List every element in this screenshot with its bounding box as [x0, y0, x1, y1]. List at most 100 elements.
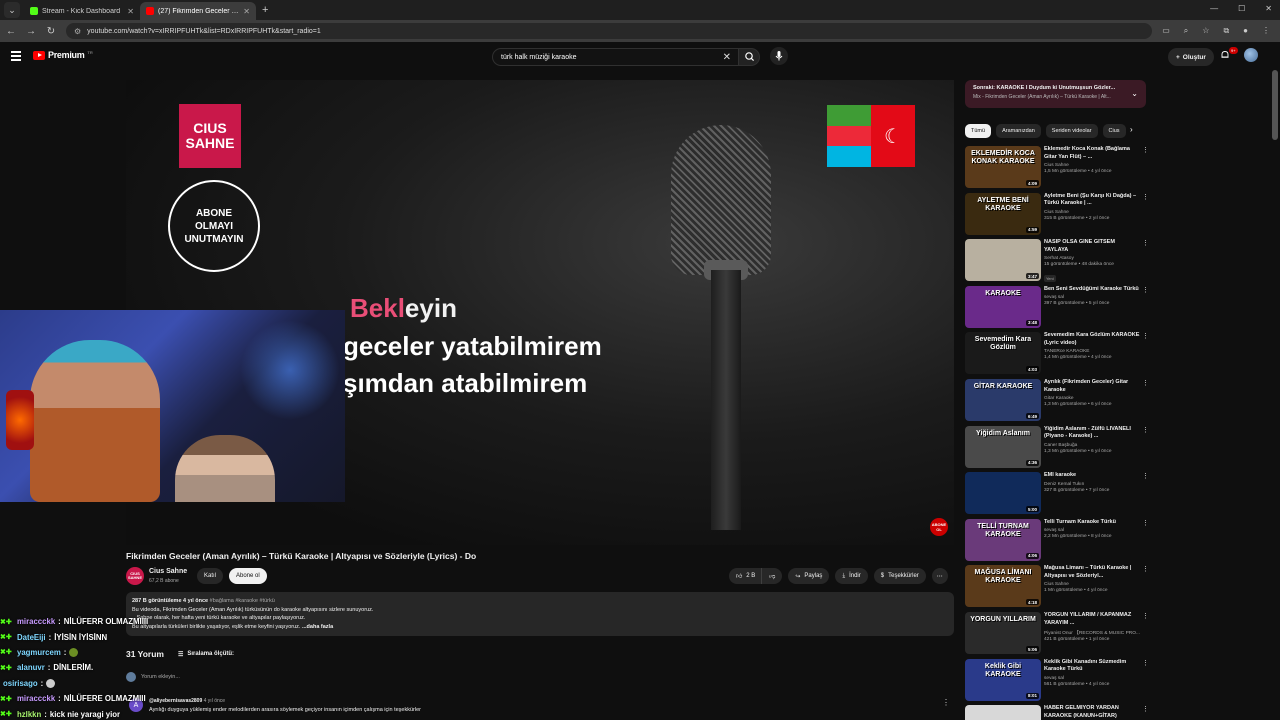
- like-button[interactable]: 👍︎ 2 B: [729, 568, 762, 584]
- video-title[interactable]: Sevemedim Kara Gözlüm KARAOKE (Lyric vid…: [1044, 332, 1140, 347]
- cast-icon[interactable]: ▭: [1162, 26, 1170, 36]
- recommended-video[interactable]: EKLEMEDİR KOCA KONAK KARAOKE 4:09 Eklemedi…: [965, 146, 1155, 188]
- tab-kick-dashboard[interactable]: Stream - Kick Dashboard ✕: [24, 2, 140, 20]
- video-menu-icon[interactable]: ⋮: [1142, 193, 1149, 201]
- search-button[interactable]: [738, 48, 760, 66]
- create-button[interactable]: + Oluştur: [1168, 48, 1214, 66]
- url-field[interactable]: ⚙ youtube.com/watch?v=xIRRIPFUHTk&list=R…: [66, 23, 1153, 39]
- channel-avatar[interactable]: CIUS SAHNE: [126, 567, 144, 585]
- video-channel[interactable]: Deniz Kemal Tukın: [1044, 482, 1140, 487]
- new-tab-icon[interactable]: +: [262, 4, 268, 16]
- clear-search-icon[interactable]: ✕: [723, 52, 731, 63]
- video-channel[interactable]: Cius Sahne: [1044, 582, 1140, 587]
- extensions-icon[interactable]: ⧉: [1223, 26, 1229, 36]
- profile-icon[interactable]: ●: [1243, 26, 1248, 36]
- video-channel[interactable]: TANERce KARAOKE: [1044, 349, 1140, 354]
- video-channel[interactable]: Caner Başbuğa: [1044, 443, 1140, 448]
- recommended-video[interactable]: AYLETME BENİ KARAOKE 4:59 Ayletme Beni (Şu…: [965, 192, 1155, 235]
- forward-icon[interactable]: →: [26, 26, 36, 37]
- video-thumbnail[interactable]: GİTAR KARAOKE 6:49: [965, 379, 1041, 421]
- recommended-video[interactable]: HABER GELMİYOR YARDAN KARAOKE (KANUN+GİT…: [965, 705, 1155, 720]
- subscribe-watermark[interactable]: ABONE OL: [930, 518, 948, 536]
- video-thumbnail[interactable]: Keklik Gibi KARAOKE 8:01: [965, 658, 1041, 701]
- video-title[interactable]: EMİ karaoke: [1044, 472, 1140, 480]
- chevron-down-icon[interactable]: ⌄: [1131, 89, 1138, 98]
- video-thumbnail[interactable]: Yiğidim Aslanım 4:36: [965, 425, 1041, 468]
- video-title[interactable]: Keklik Gibi Kanadını Süzmedim Karaoke Tü…: [1044, 659, 1140, 674]
- video-title[interactable]: Yiğidim Aslanım - Zülfü LİVANELİ (Piyano…: [1044, 426, 1140, 441]
- recommended-video[interactable]: MAĞUSA LİMANI KARAOKE 4:18 Mağusa Limanı –…: [965, 565, 1155, 608]
- video-channel[interactable]: Cius Sahne: [1044, 210, 1140, 215]
- recommended-video[interactable]: GİTAR KARAOKE 6:49 Ayrılık (Fikrimden Gece…: [965, 379, 1155, 421]
- video-title[interactable]: Ayletme Beni (Şu Karşı Ki Dağda) – Türkü…: [1044, 193, 1140, 208]
- video-thumbnail[interactable]: KARAOKE 3:48: [965, 285, 1041, 328]
- video-menu-icon[interactable]: ⋮: [1142, 519, 1149, 527]
- download-button[interactable]: ⤓ İndir: [835, 568, 868, 584]
- share-button[interactable]: ↪ Paylaş: [788, 568, 830, 584]
- recommended-video[interactable]: Keklik Gibi KARAOKE 8:01 Keklik Gibi Kanad…: [965, 658, 1155, 701]
- site-info-icon[interactable]: ⚙: [74, 27, 81, 36]
- sort-comments-button[interactable]: ☰ Sıralama ölçütü:: [178, 651, 234, 658]
- join-button[interactable]: Katıl: [197, 568, 224, 584]
- video-menu-icon[interactable]: ⋮: [1142, 379, 1149, 387]
- recommended-video[interactable]: YORGUN YILLARIM 5:06 YORGUN YILLARIM / KAP…: [965, 612, 1155, 654]
- video-thumbnail[interactable]: AYLETME BENİ KARAOKE 4:59: [965, 192, 1041, 235]
- video-title[interactable]: HABER GELMİYOR YARDAN KARAOKE (KANUN+GİT…: [1044, 705, 1140, 720]
- browser-menu-icon[interactable]: ⋮: [1262, 26, 1270, 36]
- video-menu-icon[interactable]: ⋮: [1142, 239, 1149, 247]
- account-avatar[interactable]: [1244, 48, 1258, 62]
- recommended-video[interactable]: Yiğidim Aslanım 4:36 Yiğidim Aslanım - Zül…: [965, 425, 1155, 468]
- more-actions-icon[interactable]: ⋯: [931, 568, 948, 584]
- video-menu-icon[interactable]: ⋮: [1142, 472, 1149, 480]
- video-menu-icon[interactable]: ⋮: [1142, 426, 1149, 434]
- video-channel[interactable]: sevaş sal: [1044, 295, 1140, 300]
- video-menu-icon[interactable]: ⋮: [1142, 705, 1149, 713]
- video-title[interactable]: NASİP OLSA GİNE GİTSEM YAYLAYA: [1044, 239, 1140, 254]
- video-menu-icon[interactable]: ⋮: [1142, 612, 1149, 620]
- recommended-video[interactable]: KARAOKE 3:48 Ben Seni Sevdüğümi Karaoke Tü…: [965, 285, 1155, 328]
- reload-icon[interactable]: ↻: [46, 26, 56, 37]
- video-thumbnail[interactable]: YORGUN YILLARIM 5:06: [965, 612, 1041, 654]
- chip-from-search[interactable]: Aramanızdan: [996, 124, 1041, 138]
- bookmark-star-icon[interactable]: ☆: [1202, 26, 1209, 36]
- comment-author[interactable]: @aliyebernisavas2809: [149, 698, 202, 704]
- video-menu-icon[interactable]: ⋮: [1142, 565, 1149, 573]
- desc-tags[interactable]: #bağlama #karaoke #türkü: [210, 598, 275, 604]
- video-thumbnail[interactable]: MAĞUSA LİMANI KARAOKE 4:18: [965, 565, 1041, 608]
- video-channel[interactable]: Gitar Karaoke: [1044, 396, 1140, 401]
- recommended-video[interactable]: 5:00 EMİ karaoke Deniz Kemal Tukın 327 B gö…: [965, 472, 1155, 515]
- video-menu-icon[interactable]: ⋮: [1142, 146, 1149, 154]
- close-tab-icon[interactable]: ✕: [243, 7, 250, 16]
- video-menu-icon[interactable]: ⋮: [1142, 659, 1149, 667]
- dislike-button[interactable]: 👎︎: [761, 568, 783, 584]
- video-thumbnail[interactable]: 5:00: [965, 472, 1041, 515]
- recommended-video[interactable]: Sevemedim Kara Gözlüm 4:03 Sevemedim Kara …: [965, 332, 1155, 375]
- comment-menu-icon[interactable]: ⋮: [942, 698, 950, 707]
- tab-search-icon[interactable]: ⌄: [4, 2, 20, 18]
- voice-search-button[interactable]: [770, 47, 788, 65]
- video-channel[interactable]: Piyanist Onur 【RECORDS & MUSIC PRO...: [1044, 629, 1140, 636]
- recommended-video[interactable]: TELLİ TURNAM KARAOKE 4:06 Telli Turnam Kar…: [965, 518, 1155, 561]
- video-thumbnail[interactable]: Sevemedim Kara Gözlüm 4:03: [965, 332, 1041, 375]
- zoom-icon[interactable]: ⌕: [1184, 26, 1188, 36]
- video-title[interactable]: Telli Turnam Karaoke Türkü: [1044, 519, 1140, 527]
- back-icon[interactable]: ←: [6, 26, 16, 37]
- video-title[interactable]: Ben Seni Sevdüğümi Karaoke Türkü: [1044, 286, 1140, 294]
- chip-channel[interactable]: Cius: [1102, 124, 1126, 138]
- video-menu-icon[interactable]: ⋮: [1142, 286, 1149, 294]
- thanks-button[interactable]: $ Teşekkürler: [873, 568, 926, 584]
- chip-series[interactable]: Seriden videolar: [1045, 124, 1098, 138]
- channel-name[interactable]: Cius Sahne: [149, 568, 187, 575]
- video-channel[interactable]: Cius Sahne: [1044, 163, 1140, 168]
- video-title[interactable]: Eklemedir Koca Konak (Bağlama Gitar Yan …: [1044, 146, 1140, 161]
- youtube-logo[interactable]: Premium TR: [33, 50, 93, 60]
- video-title[interactable]: Ayrılık (Fikrimden Geceler) Gitar Karaok…: [1044, 379, 1140, 394]
- chip-all[interactable]: Tümü: [965, 124, 992, 138]
- video-menu-icon[interactable]: ⋮: [1142, 332, 1149, 340]
- video-thumbnail[interactable]: EKLEMEDİR KOCA KONAK KARAOKE 4:09: [965, 146, 1041, 188]
- video-thumbnail[interactable]: 3:47: [965, 239, 1041, 282]
- video-description[interactable]: 287 B görüntüleme 4 yıl önce #bağlama #k…: [126, 592, 954, 636]
- show-more-link[interactable]: ...daha fazla: [302, 624, 333, 630]
- video-channel[interactable]: sevaş sal: [1044, 528, 1140, 533]
- page-scrollbar[interactable]: [1272, 70, 1278, 140]
